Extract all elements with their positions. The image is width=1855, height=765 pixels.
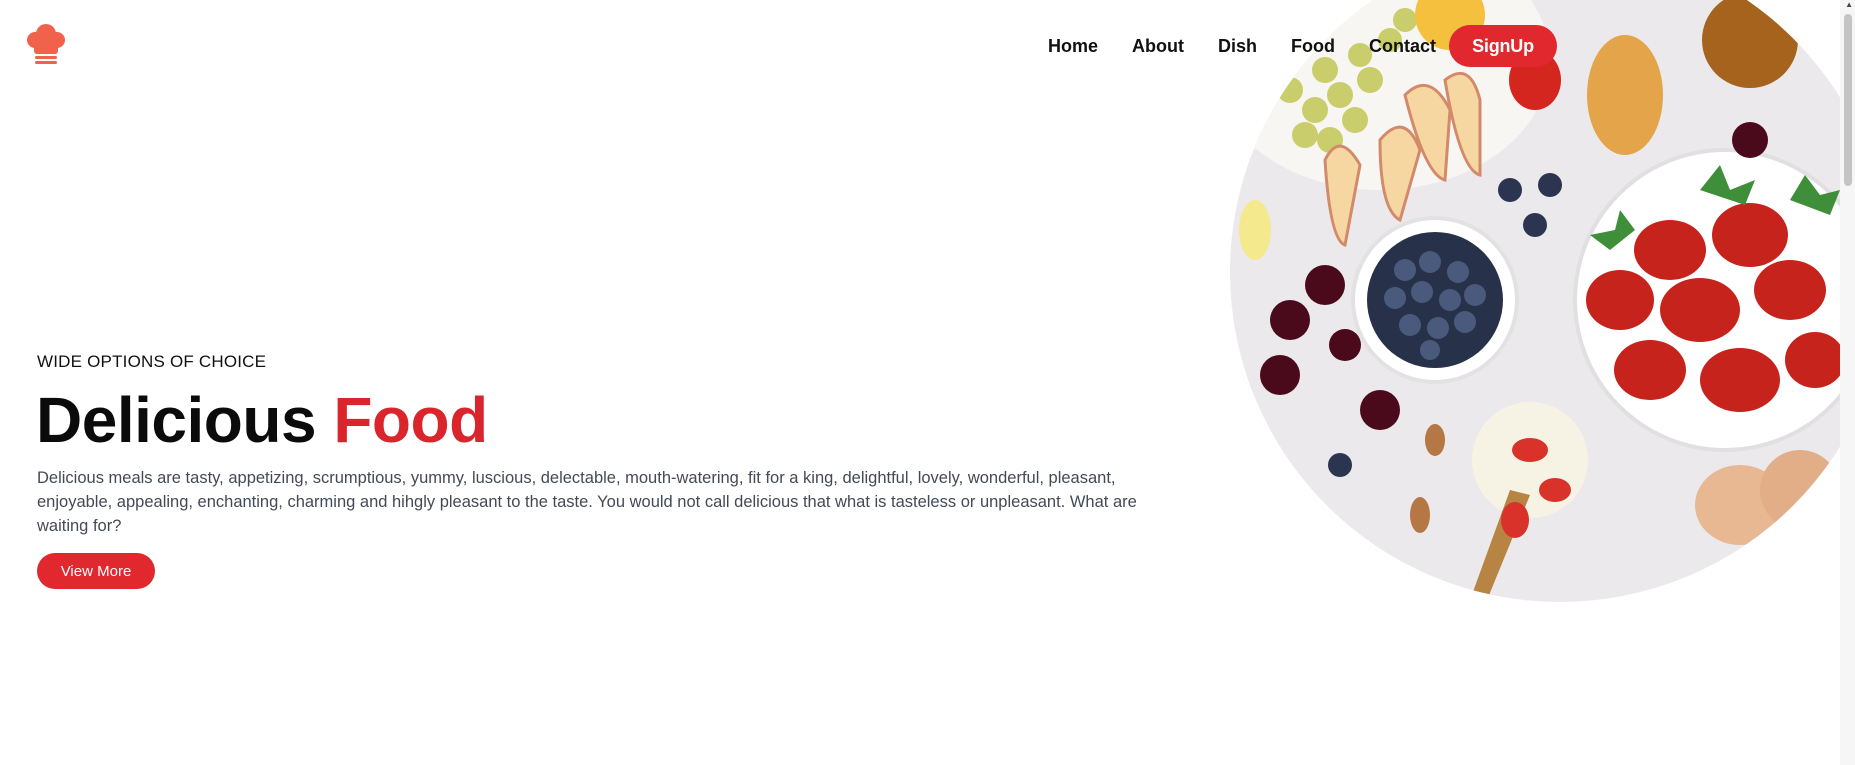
view-more-button[interactable]: View More (37, 553, 155, 589)
hero-title-main: Delicious (36, 384, 317, 456)
page-scrollbar[interactable]: ▲ (1840, 0, 1855, 765)
scrollbar-thumb[interactable] (1844, 14, 1852, 186)
hero-title: Delicious Food (36, 384, 488, 456)
hero-eyebrow: WIDE OPTIONS OF CHOICE (37, 352, 267, 371)
nav-dish-link[interactable]: Dish (1218, 36, 1257, 56)
hero-food-image (1230, 0, 1855, 610)
nav-home-link[interactable]: Home (1048, 36, 1098, 56)
hero-description: Delicious meals are tasty, appetizing, s… (37, 469, 1137, 535)
nav-about-link[interactable]: About (1132, 36, 1184, 56)
chef-hat-logo-icon[interactable] (26, 24, 66, 66)
hero-title-accent: Food (333, 384, 488, 456)
signup-button[interactable]: SignUp (1449, 25, 1557, 67)
nav-food-link[interactable]: Food (1291, 36, 1335, 56)
nav-contact-link[interactable]: Contact (1369, 36, 1436, 56)
scroll-up-arrow-icon[interactable]: ▲ (1845, 1, 1853, 9)
